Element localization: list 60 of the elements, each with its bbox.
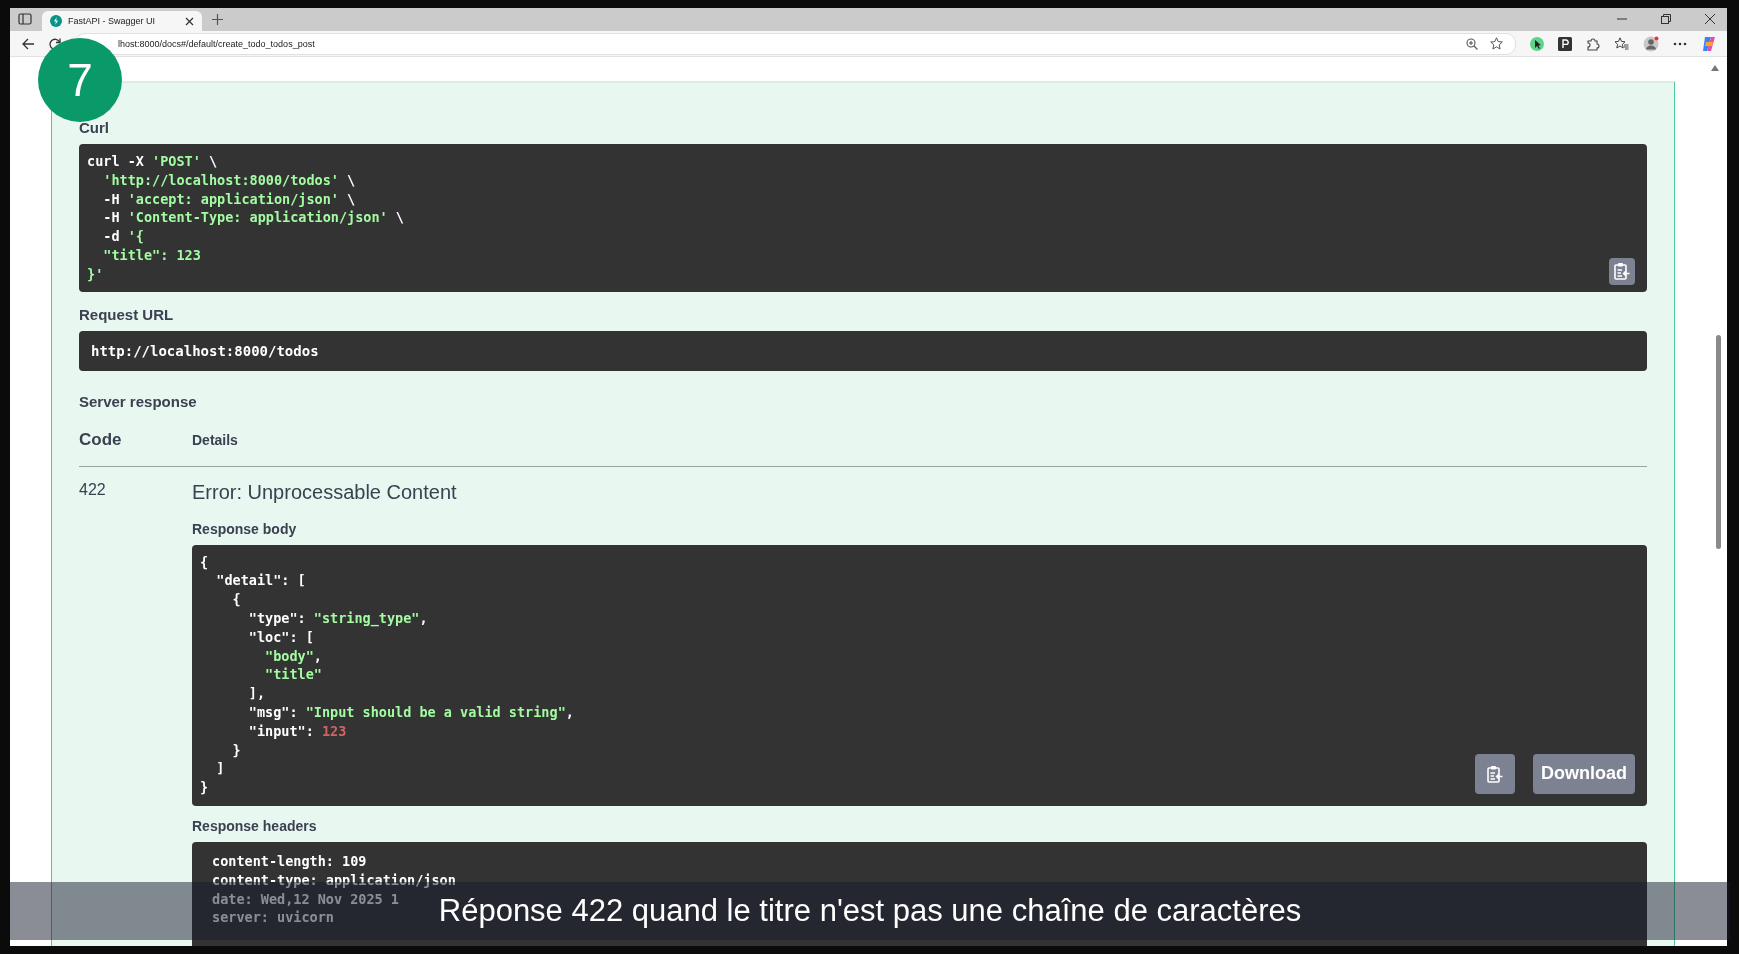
code-line: }	[231, 740, 241, 760]
copy-button[interactable]	[1475, 753, 1515, 794]
code-line: -d '{	[102, 227, 144, 246]
status-message: Error: Unprocessable Content	[192, 480, 457, 504]
star-icon[interactable]	[1490, 37, 1503, 50]
restore-icon[interactable]	[1661, 14, 1671, 24]
address-bar[interactable]: lhost:8000/docs#/default/create_todo_todos_post	[75, 32, 1516, 55]
code-line: "loc": [	[247, 627, 314, 647]
section-label: Response body	[192, 520, 297, 537]
code-line: date: Wed,12 Nov 2025 1	[212, 889, 399, 909]
code-line: ]	[215, 759, 225, 779]
code-line: ],	[247, 684, 266, 703]
code-line: server: uvicorn	[212, 908, 334, 928]
code-line: }'	[87, 264, 104, 284]
extension-icon[interactable]	[1530, 36, 1544, 51]
status-code: 422	[79, 480, 106, 498]
favicon-icon	[50, 15, 62, 27]
back-icon[interactable]	[22, 37, 35, 50]
zoom-icon[interactable]	[1466, 37, 1478, 50]
copilot-icon[interactable]	[1701, 35, 1717, 52]
code-line: "msg": "Input should be a valid string",	[247, 702, 574, 722]
profile-icon[interactable]	[1643, 35, 1659, 52]
column-header: Details	[192, 431, 238, 448]
code-line: "type": "string_type",	[247, 608, 428, 628]
subtitle-text: Réponse 422 quand le titre n'est pas une chaîne de caractères	[438, 893, 1302, 929]
code-line: "input": 123	[247, 721, 347, 741]
clipboard-icon	[1487, 764, 1503, 783]
new-tab-icon[interactable]	[212, 14, 223, 25]
extension-icon[interactable]	[1558, 36, 1572, 51]
code-block: http://localhost:8000/todos	[79, 330, 1647, 371]
code-line: curl -X 'POST' \	[87, 152, 218, 171]
scroll-up-icon[interactable]	[1710, 65, 1719, 71]
browser-tab[interactable]: FastAPI - Swagger UI	[42, 11, 202, 31]
section-label: Response headers	[192, 817, 317, 834]
code-line: content-length: 109	[212, 851, 367, 871]
code-line: "title": 123	[102, 246, 201, 265]
favorites-icon[interactable]	[1614, 37, 1629, 50]
code-line: "detail": [	[215, 571, 306, 591]
sidebar-icon[interactable]	[18, 13, 32, 25]
section-label: Server response	[79, 392, 197, 410]
code-line: -H 'Content-Type: application/json' \	[102, 208, 404, 228]
close-icon[interactable]	[1705, 14, 1715, 24]
scrollbar-thumb[interactable]	[1716, 335, 1721, 549]
download-button[interactable]: Download	[1533, 753, 1635, 794]
copy-button[interactable]	[1609, 257, 1635, 285]
code-line: 'http://localhost:8000/todos' \	[102, 170, 356, 190]
code-line: {	[200, 552, 209, 572]
close-icon[interactable]	[185, 16, 194, 26]
column-header: Code	[79, 429, 123, 450]
section-label: Curl	[79, 119, 109, 136]
code-line: }	[200, 778, 209, 797]
more-icon[interactable]	[1673, 41, 1687, 46]
code-line: "title"	[264, 665, 322, 685]
code-line: -H 'accept: application/json' \	[102, 189, 356, 209]
code-line: content-type: application/json	[212, 870, 456, 890]
code-line: "body",	[264, 646, 322, 666]
section-label: Request URL	[79, 305, 174, 323]
puzzle-icon[interactable]	[1586, 36, 1600, 51]
clipboard-icon	[1614, 262, 1630, 281]
code-line: {	[231, 590, 241, 609]
